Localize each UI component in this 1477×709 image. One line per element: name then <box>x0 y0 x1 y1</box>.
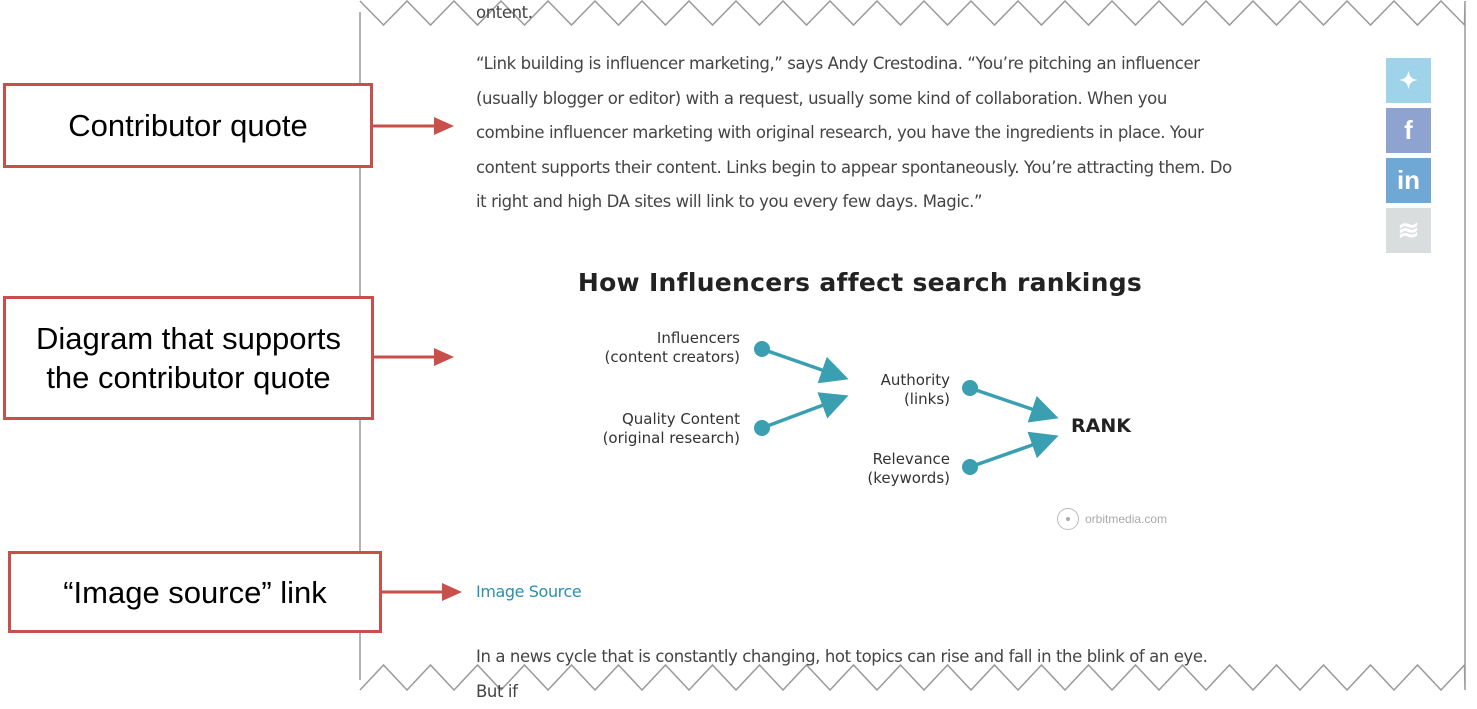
arrow-icon <box>442 583 462 601</box>
callout-arrows <box>373 117 462 601</box>
arrow-icon <box>434 348 454 366</box>
arrow-icon <box>434 117 454 135</box>
